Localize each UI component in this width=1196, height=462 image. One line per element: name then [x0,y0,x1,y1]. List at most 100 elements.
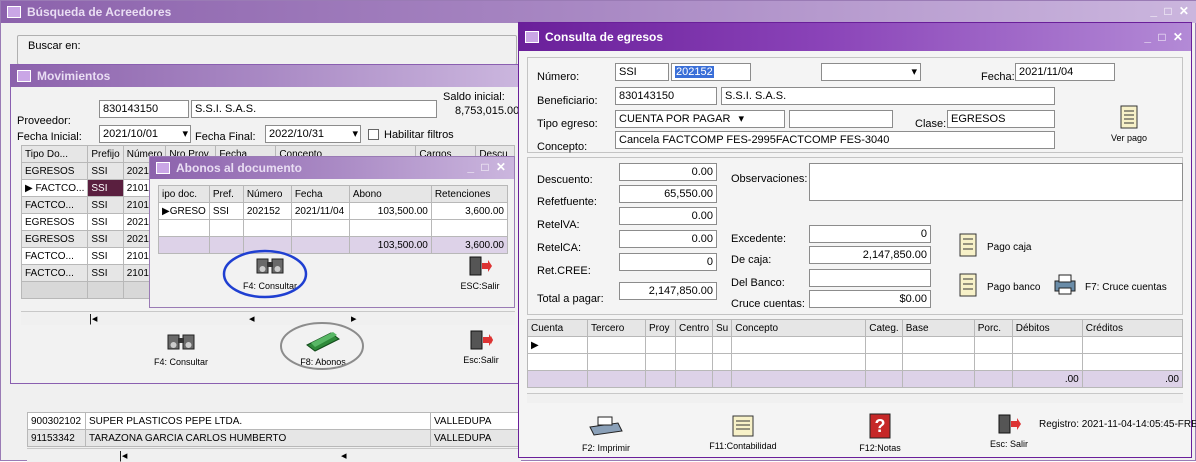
proveedor-code-field[interactable]: 830143150 [99,100,189,118]
col-tercero[interactable]: Tercero [587,319,646,337]
descuento-field[interactable]: 0.00 [619,163,717,181]
col-cuenta[interactable]: Cuenta [527,319,588,337]
col-debitos[interactable]: Débitos [1011,319,1083,337]
cell-tipo: EGRESOS [20,162,89,180]
table-row[interactable]: ▶ [527,336,1184,354]
dropdown-arrow-icon[interactable]: ▾ [182,126,188,142]
pago-banco-label[interactable]: Pago banco [987,282,1040,293]
acreedor-nombre: SUPER PLASTICOS PEPE LTDA. [85,412,431,430]
dropdown-arrow-icon[interactable]: ▾ [911,64,917,80]
beneficiario-name-field[interactable]: S.S.I. S.A.S. [721,87,1055,105]
table-row [158,219,509,237]
delbanco-field[interactable] [809,269,931,287]
observaciones-field[interactable] [809,163,1183,201]
dropdown-arrow-icon[interactable]: ▾ [352,126,358,142]
proveedor-name-field[interactable]: S.S.I. S.A.S. [191,100,437,118]
busqueda-title: Búsqueda de Acreedores [27,5,172,19]
movimientos-hscroll[interactable]: |◂ ◂ ▸ [21,311,515,325]
numero-select[interactable]: ▾ [821,63,921,81]
scroll-left-icon[interactable]: ◂ [249,312,255,325]
filtros-checkbox[interactable] [368,129,379,140]
total-ret: 3,600.00 [430,236,509,254]
scroll-first-icon[interactable]: |◂ [119,449,127,462]
imprimir-button[interactable]: F2: Imprimir [569,415,643,453]
col-fecha[interactable]: Fecha [290,185,350,203]
scroll-left-icon[interactable]: ◂ [341,449,347,462]
table-row[interactable]: 91153342 TARAZONA GARCIA CARLOS HUMBERTO V… [27,429,521,447]
cell-pref: SSI [87,162,124,180]
ledger-icon [732,415,754,437]
col-base[interactable]: Base [901,319,975,337]
pago-banco-icon[interactable] [959,273,977,297]
col-creditos[interactable]: Créditos [1081,319,1184,337]
egresos-titlebar: Consulta de egresos _ □ ✕ [519,23,1191,51]
reteiva-field[interactable]: 0.00 [619,207,717,225]
consultar-button[interactable]: F4: Consultar [141,331,221,367]
app-icon [17,70,31,82]
col-categ[interactable]: Categ. [865,319,903,337]
cell-pref: SSI [87,264,124,282]
ver-pago-button[interactable]: Ver pago [1099,105,1159,143]
decaja-field[interactable]: 2,147,850.00 [809,246,931,264]
busqueda-titlebar: Búsqueda de Acreedores _ □ ✕ [1,1,1196,23]
cruce-field[interactable]: $0.00 [809,290,931,308]
col-concepto[interactable]: Concepto [731,319,867,337]
reteica-field[interactable]: 0.00 [619,230,717,248]
egresos-window: Consulta de egresos _ □ ✕ Número: SSI 20… [518,22,1196,458]
close-icon[interactable]: _ □ ✕ [1144,30,1185,44]
fecha-final-field[interactable]: 2022/10/31 ▾ [265,125,361,143]
notas-button[interactable]: ? F12:Notas [845,413,915,453]
col-porc[interactable]: Porc. [973,319,1013,337]
pago-caja-icon[interactable] [959,233,977,257]
printer-icon[interactable] [1053,273,1077,295]
contable-hscroll[interactable] [527,393,1183,403]
delbanco-label: Del Banco: [731,277,785,289]
numero-prefix-field[interactable]: SSI [615,63,669,81]
abonos-titlebar: Abonos al documento _ □ ✕ [150,157,514,179]
cruce-cuentas-label[interactable]: F7: Cruce cuentas [1085,282,1167,293]
fecha-inicial-field[interactable]: 2021/10/01 ▾ [99,125,191,143]
abonos-salir-button[interactable]: ESC:Salir [450,255,510,291]
col-pref[interactable]: Pref. [208,185,244,203]
exit-door-icon [998,414,1021,434]
tipo-egreso-select[interactable]: CUENTA POR PAGAR ▾ [615,110,785,128]
egresos-salir-button[interactable]: Esc: Salir [979,413,1039,449]
binoculars-icon [167,334,195,350]
table-row[interactable]: 900302102 SUPER PLASTICOS PEPE LTDA. VALLE… [27,412,521,430]
dropdown-arrow-icon[interactable]: ▾ [738,113,744,125]
app-icon [525,31,539,43]
col-proy[interactable]: Proy [645,319,676,337]
close-icon[interactable]: _ □ ✕ [1150,4,1191,18]
fecha-field[interactable]: 2021/11/04 [1015,63,1115,81]
col-su[interactable]: Su [712,319,733,337]
retefuente-field[interactable]: 65,550.00 [619,185,717,203]
table-header-row: Cuenta Tercero Proy Centro Su Concepto C… [527,319,1184,337]
cell-tipo: FACTCO... [20,247,89,265]
numero-field[interactable]: 202152 [671,63,751,81]
total-field[interactable]: 2,147,850.00 [619,282,717,300]
col-tipo[interactable]: Tipo Do... [20,145,89,163]
tipo-egreso-extra-field[interactable] [789,110,893,128]
retcree-field[interactable]: 0 [619,253,717,271]
col-tipo[interactable]: ipo doc. [158,185,210,203]
concepto-field[interactable]: Cancela FACTCOMP FES-2995FACTCOMP FES-30… [615,131,1055,149]
col-centro[interactable]: Centro [674,319,714,337]
col-retenciones[interactable]: Retenciones [430,185,509,203]
scroll-first-icon[interactable]: |◂ [89,312,97,325]
cell-tipo: EGRESOS [20,213,89,231]
busqueda-hscroll[interactable]: |◂ ◂ [27,448,521,462]
contabilidad-button[interactable]: F11:Contabilidad [701,415,785,451]
col-abono[interactable]: Abono [348,185,432,203]
close-icon[interactable]: _ □ ✕ [467,160,508,174]
col-numero[interactable]: Número [242,185,292,203]
beneficiario-code-field[interactable]: 830143150 [615,87,717,105]
ledger-icon [1120,105,1138,129]
pago-caja-label[interactable]: Pago caja [987,242,1031,253]
table-row [527,353,1184,371]
col-prefijo[interactable]: Prefijo [87,145,124,163]
cell-ret: 3,600.00 [430,202,509,220]
table-row[interactable]: ▶GRESO SSI 202152 2021/11/04 103,500.00 … [158,202,509,220]
movimientos-salir-button[interactable]: Esc:Salir [451,329,511,365]
clase-field[interactable]: EGRESOS [947,110,1055,128]
excedente-field[interactable]: 0 [809,225,931,243]
